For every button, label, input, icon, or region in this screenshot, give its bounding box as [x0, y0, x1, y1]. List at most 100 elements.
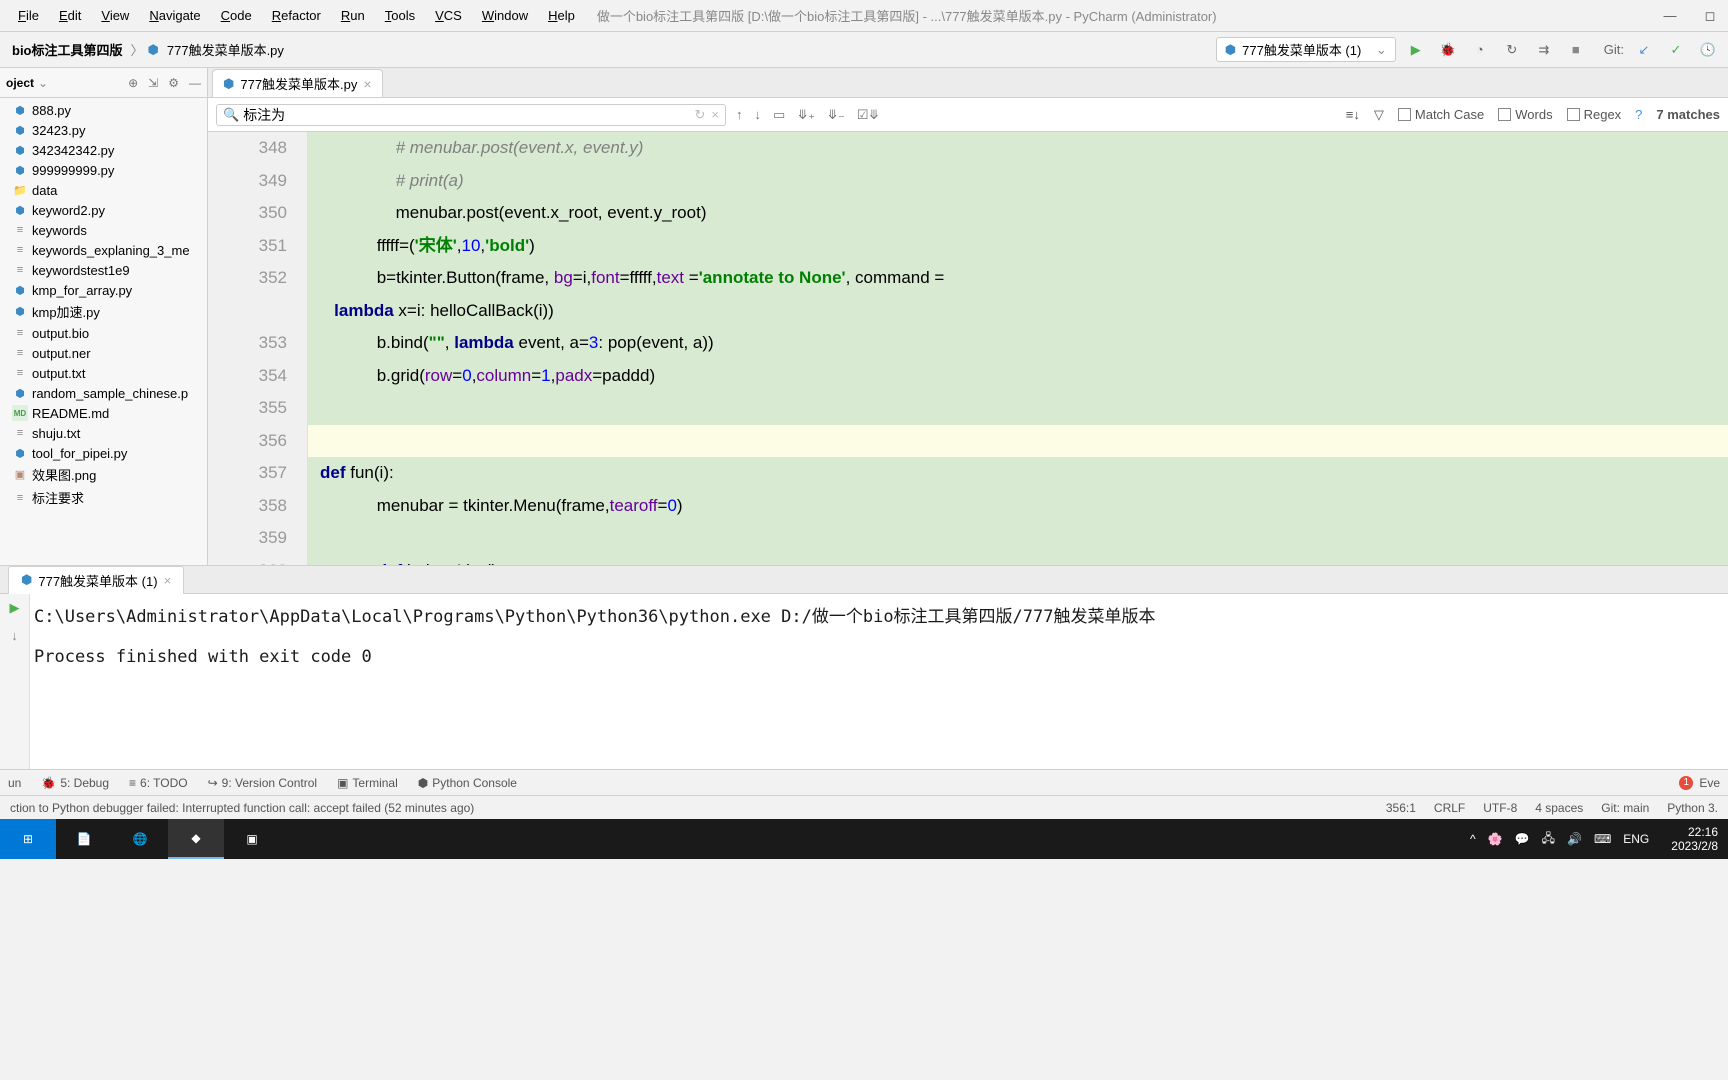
clear-icon[interactable]: × — [711, 107, 719, 122]
select-all-occurrences-icon[interactable]: ☑⤋ — [857, 107, 880, 123]
tree-item[interactable]: ⬢kmp加速.py — [0, 300, 207, 323]
tree-item[interactable]: MDREADME.md — [0, 403, 207, 423]
tree-item[interactable]: ⬢kmp_for_array.py — [0, 280, 207, 300]
help-icon[interactable]: ? — [1635, 107, 1642, 122]
taskbar-terminal[interactable]: ▣ — [224, 819, 280, 859]
event-log-button[interactable]: Eve — [1699, 776, 1720, 790]
profile-button[interactable]: ↻ — [1500, 38, 1524, 62]
run-tool-button[interactable]: un — [8, 776, 21, 790]
vcs-tool-button[interactable]: ↪ 9: Version Control — [208, 776, 317, 790]
line-separator[interactable]: CRLF — [1434, 801, 1465, 815]
taskbar-app[interactable]: 📄 — [56, 819, 112, 859]
python-console-button[interactable]: ⬢ Python Console — [418, 776, 517, 790]
filter-icon[interactable]: ▽ — [1374, 107, 1384, 123]
tree-item[interactable]: ≡output.ner — [0, 343, 207, 363]
file-tree[interactable]: ⬢888.py⬢32423.py⬢342342342.py⬢999999999.… — [0, 98, 207, 565]
tree-item[interactable]: ≡shuju.txt — [0, 423, 207, 443]
remove-selection-icon[interactable]: ⤋₋ — [827, 107, 845, 123]
tree-item[interactable]: ≡keywordstest1e9 — [0, 260, 207, 280]
editor-tab[interactable]: ⬢ 777触发菜单版本.py × — [212, 69, 383, 97]
tree-item[interactable]: ⬢tool_for_pipei.py — [0, 443, 207, 463]
terminal-tool-button[interactable]: ▣ Terminal — [337, 776, 398, 790]
history-icon[interactable]: ↻ — [695, 107, 706, 123]
tree-item[interactable]: ⬢32423.py — [0, 120, 207, 140]
tray-wechat-icon[interactable]: 💬 — [1515, 832, 1530, 846]
close-icon[interactable]: × — [164, 573, 172, 588]
indent-setting[interactable]: 4 spaces — [1535, 801, 1583, 815]
locate-icon[interactable]: ⊕ — [128, 76, 138, 90]
minimize-button[interactable]: — — [1660, 6, 1680, 26]
tray-network-icon[interactable]: 🖧 — [1542, 829, 1555, 850]
breadcrumb-file[interactable]: 777触发菜单版本.py — [163, 38, 288, 61]
git-history-button[interactable]: 🕓 — [1696, 38, 1720, 62]
close-tab-icon[interactable]: × — [363, 76, 371, 92]
tree-item[interactable]: ≡output.bio — [0, 323, 207, 343]
next-match-icon[interactable]: ↓ — [755, 107, 762, 123]
cursor-position[interactable]: 356:1 — [1386, 801, 1416, 815]
tree-item[interactable]: ⬢888.py — [0, 100, 207, 120]
start-button[interactable]: ⊞ — [0, 819, 56, 859]
menu-view[interactable]: View — [91, 4, 139, 27]
menu-refactor[interactable]: Refactor — [262, 4, 331, 27]
todo-tool-button[interactable]: ≡ 6: TODO — [129, 776, 188, 790]
words-checkbox[interactable]: Words — [1498, 107, 1552, 122]
tree-item[interactable]: ⬢999999999.py — [0, 160, 207, 180]
chevron-down-icon[interactable]: ⌄ — [38, 76, 48, 90]
taskbar-clock[interactable]: 22:16 2023/2/8 — [1671, 825, 1718, 853]
stop-button[interactable]: ■ — [1564, 38, 1588, 62]
tree-item[interactable]: ⬢random_sample_chinese.p — [0, 383, 207, 403]
tray-icon[interactable]: 🌸 — [1488, 832, 1503, 846]
file-encoding[interactable]: UTF-8 — [1483, 801, 1517, 815]
tree-item[interactable]: ≡keywords_explaning_3_me — [0, 240, 207, 260]
git-commit-button[interactable]: ✓ — [1664, 38, 1688, 62]
breadcrumb-project[interactable]: bio标注工具第四版 — [8, 38, 127, 61]
coverage-button[interactable]: ◔ — [1468, 38, 1492, 62]
menu-help[interactable]: Help — [538, 4, 585, 27]
stop-icon[interactable]: ↓ — [11, 628, 18, 643]
code-content[interactable]: # menubar.post(event.x, event.y) # print… — [308, 132, 1728, 565]
attach-button[interactable]: ⇉ — [1532, 38, 1556, 62]
menu-code[interactable]: Code — [211, 4, 262, 27]
regex-checkbox[interactable]: Regex — [1567, 107, 1622, 122]
settings-icon[interactable]: ≡↓ — [1346, 107, 1360, 122]
taskbar-chrome[interactable]: 🌐 — [112, 819, 168, 859]
add-selection-icon[interactable]: ⤋₊ — [797, 107, 815, 123]
tray-lang[interactable]: ENG — [1623, 832, 1649, 846]
tray-volume-icon[interactable]: 🔊 — [1567, 832, 1582, 846]
search-input[interactable] — [243, 107, 690, 123]
tree-item[interactable]: ▣效果图.png — [0, 463, 207, 486]
match-case-checkbox[interactable]: Match Case — [1398, 107, 1484, 122]
settings-icon[interactable]: ⚙ — [168, 76, 179, 90]
python-interpreter[interactable]: Python 3. — [1667, 801, 1718, 815]
tree-item[interactable]: ≡标注要求 — [0, 486, 207, 509]
run-configuration-selector[interactable]: ⬢ 777触发菜单版本 (1) ⌄ — [1216, 37, 1396, 62]
menu-edit[interactable]: Edit — [49, 4, 91, 27]
git-update-button[interactable]: ↙ — [1632, 38, 1656, 62]
run-button[interactable]: ▶ — [1404, 38, 1428, 62]
menu-vcs[interactable]: VCS — [425, 4, 472, 27]
tree-item[interactable]: ≡output.txt — [0, 363, 207, 383]
debug-tool-button[interactable]: 🐞 5: Debug — [41, 776, 109, 790]
tray-ime-icon[interactable]: ⌨ — [1594, 832, 1611, 846]
menu-file[interactable]: File — [8, 4, 49, 27]
hide-icon[interactable]: — — [189, 76, 201, 90]
tree-item[interactable]: ⬢keyword2.py — [0, 200, 207, 220]
tree-item[interactable]: ≡keywords — [0, 220, 207, 240]
select-all-icon[interactable]: ▭ — [773, 107, 785, 123]
tree-item[interactable]: ⬢342342342.py — [0, 140, 207, 160]
rerun-icon[interactable]: ▶ — [10, 600, 20, 616]
run-tab[interactable]: ⬢ 777触发菜单版本 (1) × — [8, 566, 184, 594]
code-editor[interactable]: 348349350351352353354355356357358359360 … — [208, 132, 1728, 565]
expand-icon[interactable]: ⇲ — [148, 76, 158, 90]
maximize-button[interactable]: ◻ — [1700, 6, 1720, 26]
taskbar-pycharm[interactable]: ◆ — [168, 819, 224, 859]
menu-window[interactable]: Window — [472, 4, 538, 27]
menu-navigate[interactable]: Navigate — [139, 4, 210, 27]
menu-run[interactable]: Run — [331, 4, 375, 27]
tree-item[interactable]: 📁data — [0, 180, 207, 200]
run-output[interactable]: C:\Users\Administrator\AppData\Local\Pro… — [30, 594, 1728, 769]
tray-expand-icon[interactable]: ^ — [1470, 832, 1476, 846]
prev-match-icon[interactable]: ↑ — [736, 107, 743, 123]
debug-button[interactable]: 🐞 — [1436, 38, 1460, 62]
git-branch[interactable]: Git: main — [1601, 801, 1649, 815]
